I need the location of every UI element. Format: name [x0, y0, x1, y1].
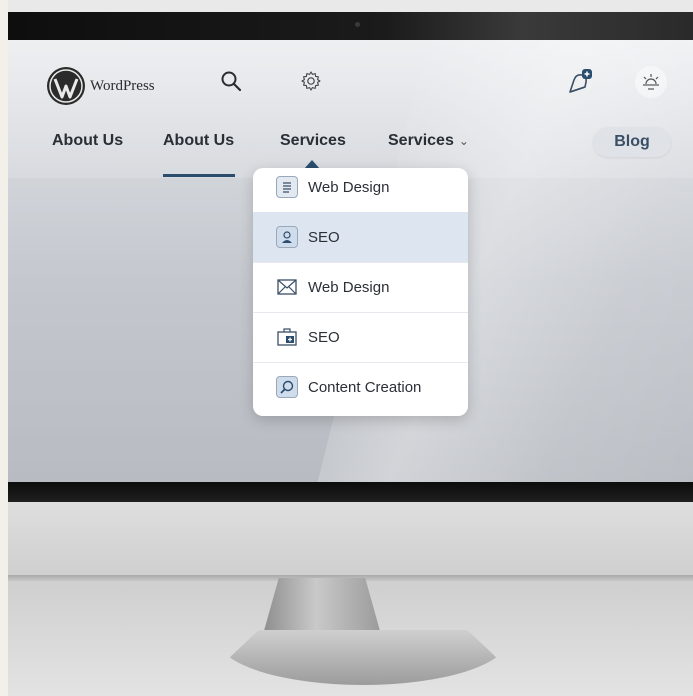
envelope-icon: [276, 276, 298, 298]
user-icon: [276, 226, 298, 248]
menu-item-seo[interactable]: SEO: [253, 212, 468, 263]
nav-item-about-us-active[interactable]: About Us: [163, 132, 234, 150]
nav-item-services-label: Services: [388, 132, 454, 149]
gear-icon: [301, 71, 321, 91]
sun-icon: [643, 74, 659, 90]
wordpress-logo-icon: [47, 67, 85, 105]
active-nav-underline: [163, 174, 235, 177]
menu-item-label: Web Design: [308, 278, 390, 296]
menu-item-label: Web Design: [308, 178, 390, 196]
document-icon: [276, 176, 298, 198]
nav-item-services[interactable]: Services: [280, 132, 346, 150]
monitor-stand-neck: [262, 578, 382, 638]
site-name: WordPress: [90, 77, 155, 94]
monitor-bottom-bezel: [8, 482, 693, 502]
menu-item-web-design-2[interactable]: Web Design: [253, 262, 468, 313]
menu-item-label: Content Creation: [308, 378, 422, 396]
nav-item-services-dropdown[interactable]: Services ⌄: [388, 132, 469, 150]
menu-item-seo-2[interactable]: SEO: [253, 312, 468, 363]
webcam: [355, 22, 360, 27]
theme-toggle-button[interactable]: [635, 66, 667, 98]
chevron-down-icon: ⌄: [458, 134, 469, 148]
search-icon: [221, 71, 242, 92]
menu-item-label: SEO: [308, 328, 340, 346]
search-button[interactable]: [218, 68, 244, 94]
settings-button[interactable]: [298, 68, 324, 94]
site-logo[interactable]: WordPress: [46, 66, 155, 106]
monitor-top-bezel: [8, 12, 693, 40]
header-bar: [8, 40, 693, 178]
briefcase-icon: [276, 326, 298, 348]
menu-item-web-design[interactable]: Web Design: [253, 168, 468, 213]
magnifier-icon: [276, 376, 298, 398]
blog-button[interactable]: Blog: [593, 127, 671, 157]
monitor-chin: [8, 502, 693, 577]
monitor: WordPress About Us About Us Services Ser…: [8, 0, 693, 696]
notification-bell-icon: [569, 69, 592, 93]
menu-item-label: SEO: [308, 228, 340, 246]
nav-item-about-us[interactable]: About Us: [52, 132, 123, 150]
notifications-button[interactable]: [564, 66, 596, 98]
services-dropdown-menu: Web Design SEO Web Design SEO Content Cr…: [253, 168, 468, 416]
menu-item-content-creation[interactable]: Content Creation: [253, 362, 468, 412]
